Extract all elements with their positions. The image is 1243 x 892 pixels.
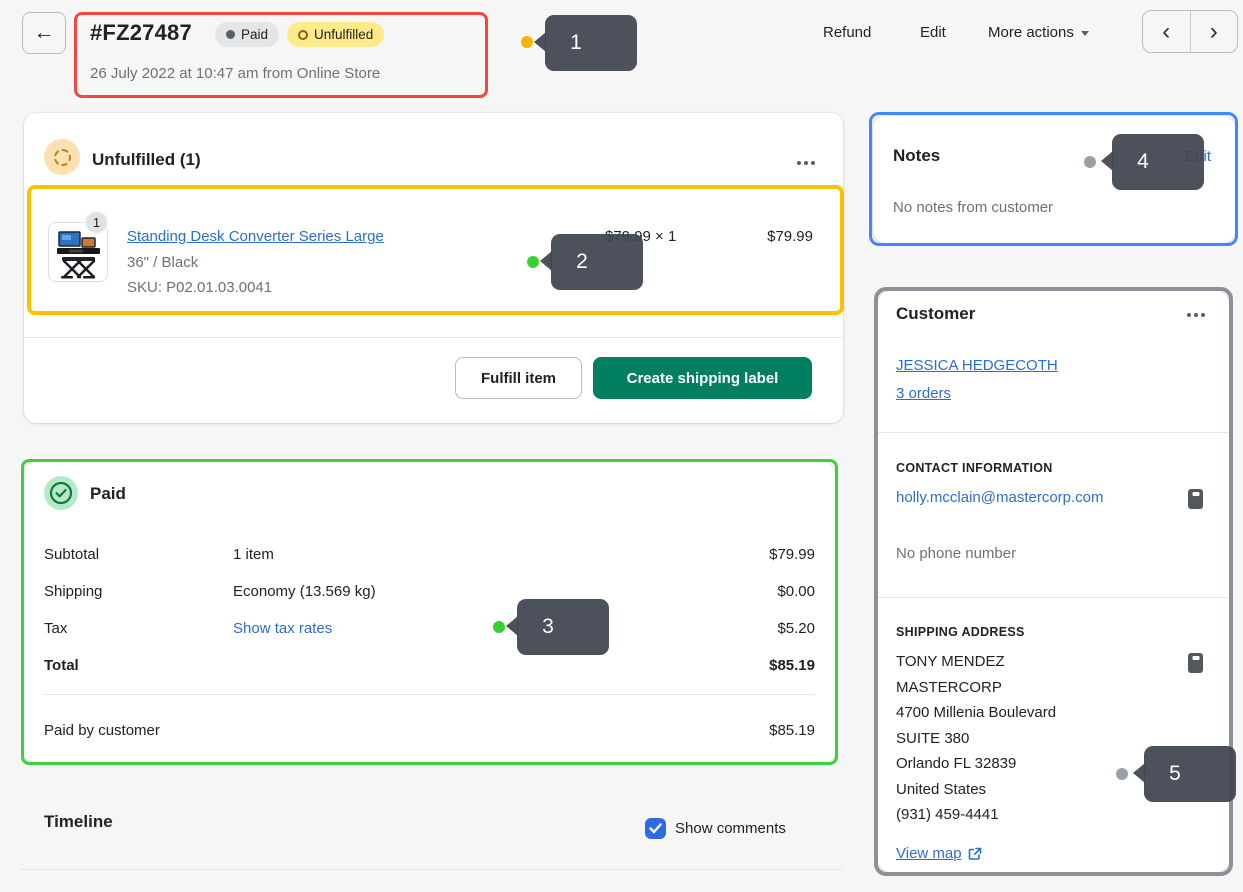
customer-card-title: Customer <box>896 304 975 324</box>
shipping-address-block: TONY MENDEZ MASTERCORP 4700 Millenia Bou… <box>896 649 1056 828</box>
address-line: MASTERCORP <box>896 675 1056 701</box>
previous-order-button[interactable]: ‹ <box>1143 11 1191 52</box>
payment-card-title: Paid <box>90 484 126 504</box>
edit-button[interactable]: Edit <box>920 24 946 41</box>
fulfill-item-button[interactable]: Fulfill item <box>455 357 582 399</box>
payment-card: Paid Subtotal 1 item $79.99 Shipping Eco… <box>24 462 835 764</box>
item-price-qty: $79.99 × 1 <box>605 228 676 245</box>
notes-card-title: Notes <box>893 146 940 166</box>
contact-information-heading: CONTACT INFORMATION <box>896 461 1053 475</box>
shipping-address-heading: SHIPPING ADDRESS <box>896 625 1025 639</box>
chevron-right-icon: › <box>1210 18 1218 46</box>
fulfillment-card-title: Unfulfilled (1) <box>92 150 201 170</box>
total-label: Total <box>44 657 79 674</box>
more-actions-button[interactable]: More actions <box>988 24 1089 41</box>
customer-name-link[interactable]: JESSICA HEDGECOTH <box>896 357 1058 374</box>
address-line: Orlando FL 32839 <box>896 751 1056 777</box>
create-shipping-label-button[interactable]: Create shipping label <box>593 357 812 399</box>
external-link-icon <box>968 847 982 861</box>
show-comments-checkbox[interactable] <box>645 818 666 839</box>
subtotal-detail: 1 item <box>233 546 274 563</box>
fulfillment-kebab-menu-button[interactable] <box>793 157 819 169</box>
tax-amount: $5.20 <box>777 620 815 637</box>
shipping-amount: $0.00 <box>777 583 815 600</box>
product-variant: 36" / Black <box>127 254 198 271</box>
paid-status-badge: Paid <box>215 22 279 47</box>
view-map-link[interactable]: View map <box>896 845 982 862</box>
show-tax-rates-link[interactable]: Show tax rates <box>233 620 332 637</box>
unfulfilled-card: Unfulfilled (1) 1 Standing Desk Converte… <box>24 113 843 423</box>
total-amount: $85.19 <box>769 657 815 674</box>
annotation-label-1: 1 <box>545 15 637 71</box>
order-pager: ‹ › <box>1142 10 1238 53</box>
chevron-down-icon <box>1081 31 1089 36</box>
timeline-title: Timeline <box>44 812 113 832</box>
customer-card: Customer JESSICA HEDGECOTH 3 orders CONT… <box>878 291 1229 872</box>
address-line: SUITE 380 <box>896 726 1056 752</box>
back-arrow-icon: ← <box>34 21 55 45</box>
filled-dot-icon <box>226 30 235 39</box>
quantity-badge: 1 <box>84 210 109 235</box>
notes-body: No notes from customer <box>893 199 1053 216</box>
refund-button[interactable]: Refund <box>823 24 871 41</box>
show-comments-label[interactable]: Show comments <box>675 820 786 837</box>
unfulfilled-status-icon <box>44 139 80 175</box>
timeline-divider <box>20 869 843 870</box>
paid-check-icon <box>44 476 78 510</box>
customer-orders-link[interactable]: 3 orders <box>896 385 951 402</box>
copy-address-icon[interactable] <box>1188 653 1203 673</box>
shipping-detail: Economy (13.569 kg) <box>233 583 376 600</box>
product-sku: SKU: P02.01.03.0041 <box>127 279 272 296</box>
paid-by-customer-label: Paid by customer <box>44 722 160 739</box>
paid-by-customer-amount: $85.19 <box>769 722 815 739</box>
page-title: #FZ27487 <box>90 20 192 46</box>
chevron-left-icon: ‹ <box>1162 18 1170 46</box>
shipping-label: Shipping <box>44 583 102 600</box>
phone-placeholder: No phone number <box>896 545 1016 562</box>
edit-notes-link[interactable]: Edit <box>1185 148 1211 165</box>
subtotal-label: Subtotal <box>44 546 99 563</box>
copy-email-icon[interactable] <box>1188 489 1203 509</box>
notes-card: Notes Edit No notes from customer <box>873 116 1235 243</box>
subtotal-amount: $79.99 <box>769 546 815 563</box>
address-line: 4700 Millenia Boulevard <box>896 700 1056 726</box>
check-icon <box>649 823 662 834</box>
next-order-button[interactable]: › <box>1191 11 1238 52</box>
address-line: (931) 459-4441 <box>896 802 1056 828</box>
address-line: TONY MENDEZ <box>896 649 1056 675</box>
open-circle-icon <box>298 30 308 40</box>
customer-email-link[interactable]: holly.mcclain@mastercorp.com <box>896 487 1128 509</box>
address-line: United States <box>896 777 1056 803</box>
product-link[interactable]: Standing Desk Converter Series Large <box>127 228 384 245</box>
annotation-dot-1 <box>521 36 533 48</box>
unfulfilled-status-badge: Unfulfilled <box>287 22 384 47</box>
back-button[interactable]: ← <box>22 12 66 54</box>
tax-label: Tax <box>44 620 67 637</box>
order-date: 26 July 2022 at 10:47 am from Online Sto… <box>90 65 380 82</box>
customer-kebab-menu-button[interactable] <box>1183 309 1209 321</box>
item-total: $79.99 <box>767 228 813 245</box>
